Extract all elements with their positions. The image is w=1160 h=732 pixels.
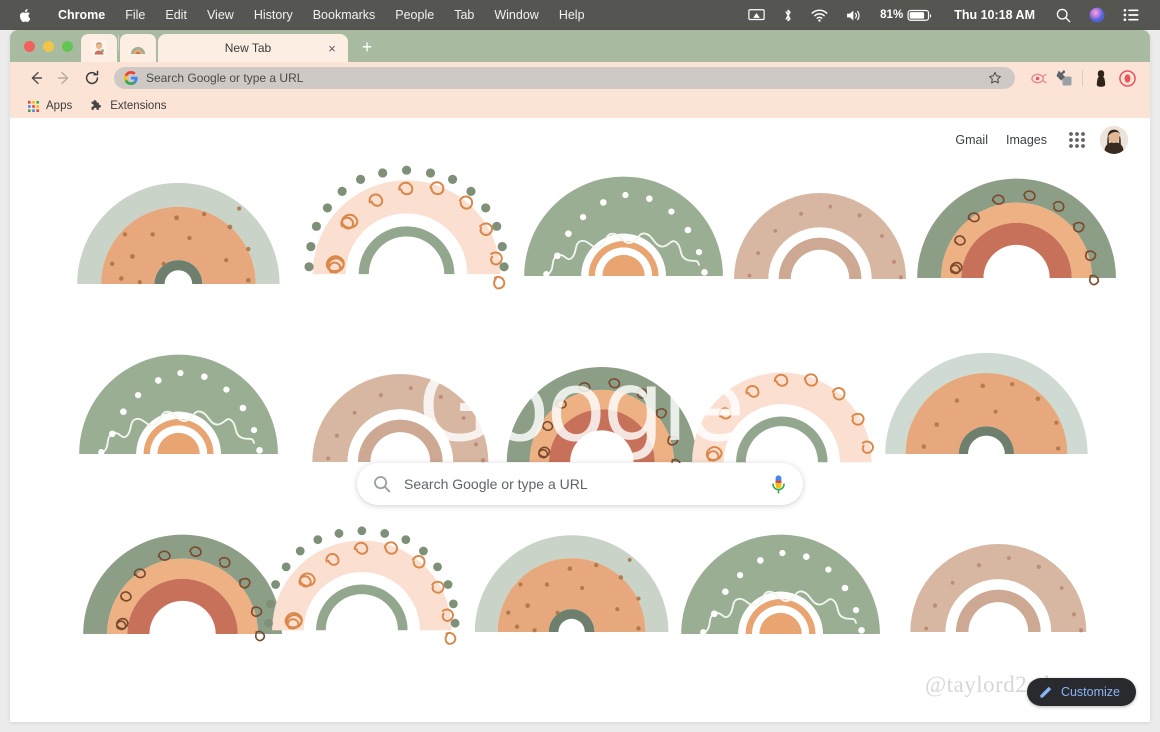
new-tab-button[interactable]: + [354, 34, 380, 60]
search-input[interactable]: Search Google or type a URL [357, 463, 803, 505]
menu-item-view[interactable]: View [197, 8, 244, 22]
siri-icon[interactable] [1080, 0, 1114, 30]
minimize-window-button[interactable] [43, 40, 54, 52]
menu-item-tab[interactable]: Tab [444, 8, 484, 22]
menu-item-bookmarks[interactable]: Bookmarks [303, 8, 386, 22]
search-bar-container: Search Google or type a URL [10, 463, 1150, 505]
spotlight-search-icon[interactable] [1047, 0, 1080, 30]
search-magnifier-icon [373, 475, 391, 493]
bookmark-star-icon[interactable] [985, 68, 1005, 88]
forward-button[interactable] [50, 64, 78, 92]
google-g-icon [124, 71, 138, 85]
apple-logo-icon[interactable] [18, 8, 34, 23]
search-input-placeholder: Search Google or type a URL [404, 476, 588, 492]
menu-bar-left-group: Chrome File Edit View History Bookmarks … [0, 8, 595, 23]
address-bar[interactable]: Search Google or type a URL [114, 67, 1015, 89]
menu-bar-clock[interactable]: Thu 10:18 AM [942, 8, 1047, 22]
chrome-browser-window: New Tab × + Search Google or type a URL [10, 30, 1150, 722]
bookmark-item-apps[interactable]: Apps [28, 100, 72, 112]
bluetooth-icon[interactable] [774, 0, 802, 30]
battery-status[interactable]: 81% [871, 0, 942, 30]
new-tab-header: Gmail Images [946, 118, 1150, 162]
control-center-icon[interactable] [1114, 0, 1148, 30]
customize-label: Customize [1060, 685, 1120, 699]
tab-strip: New Tab × + [10, 30, 1150, 62]
maximize-window-button[interactable] [62, 40, 73, 52]
tab-title-label: New Tab [224, 41, 272, 55]
macos-menu-bar: Chrome File Edit View History Bookmarks … [0, 0, 1160, 30]
google-apps-grid-icon[interactable] [1062, 125, 1092, 155]
extensions-puzzle-icon[interactable] [1051, 65, 1077, 91]
chrome-menu-icon[interactable] [1114, 65, 1140, 91]
toolbar-divider [1082, 70, 1083, 86]
battery-icon [907, 9, 932, 21]
menu-item-help[interactable]: Help [549, 8, 595, 22]
menu-item-edit[interactable]: Edit [155, 8, 197, 22]
menu-item-history[interactable]: History [244, 8, 303, 22]
menu-item-people[interactable]: People [385, 8, 444, 22]
girl-illustration-favicon [91, 40, 107, 56]
menu-bar-status-group: 81% Thu 10:18 AM [739, 0, 1160, 30]
address-bar-placeholder: Search Google or type a URL [146, 71, 304, 85]
customize-chrome-button[interactable]: Customize [1026, 678, 1136, 706]
browser-tab-new-tab[interactable]: New Tab × [158, 34, 348, 62]
menu-item-chrome[interactable]: Chrome [48, 8, 115, 22]
pinned-tab-separator [118, 35, 119, 51]
extension-pink-icon[interactable] [1025, 65, 1051, 91]
bookmark-label-extensions: Extensions [110, 100, 167, 112]
tab-close-icon[interactable]: × [324, 40, 340, 56]
rainbow-favicon [131, 47, 145, 54]
back-button[interactable] [22, 64, 50, 92]
menu-item-file[interactable]: File [115, 8, 155, 22]
new-tab-page: Gmail Images Google Search Google or typ… [10, 118, 1150, 722]
screen-mirroring-icon[interactable] [739, 0, 774, 30]
pinned-tab-1[interactable] [81, 34, 117, 62]
volume-icon[interactable] [837, 0, 871, 30]
window-traffic-lights [20, 30, 81, 62]
puzzle-piece-icon [90, 99, 103, 113]
user-profile-photo[interactable] [1100, 126, 1128, 154]
reload-button[interactable] [78, 64, 106, 92]
menu-item-window[interactable]: Window [484, 8, 548, 22]
bookmark-item-extensions[interactable]: Extensions [90, 99, 167, 113]
profile-avatar-icon[interactable] [1088, 65, 1114, 91]
bookmark-label-apps: Apps [46, 100, 73, 112]
apps-grid-icon [28, 100, 39, 112]
microphone-icon[interactable] [770, 474, 787, 494]
pinned-tab-2[interactable] [120, 34, 156, 62]
pencil-edit-icon [1039, 685, 1053, 699]
close-window-button[interactable] [24, 40, 35, 52]
battery-percentage-label: 81% [880, 9, 904, 21]
images-link[interactable]: Images [997, 133, 1056, 147]
browser-toolbar: Search Google or type a URL [10, 62, 1150, 94]
google-logo-watermark: Google [417, 350, 745, 463]
gmail-link[interactable]: Gmail [946, 133, 997, 147]
wifi-icon[interactable] [802, 0, 837, 30]
bookmarks-bar: Apps Extensions [10, 94, 1150, 118]
